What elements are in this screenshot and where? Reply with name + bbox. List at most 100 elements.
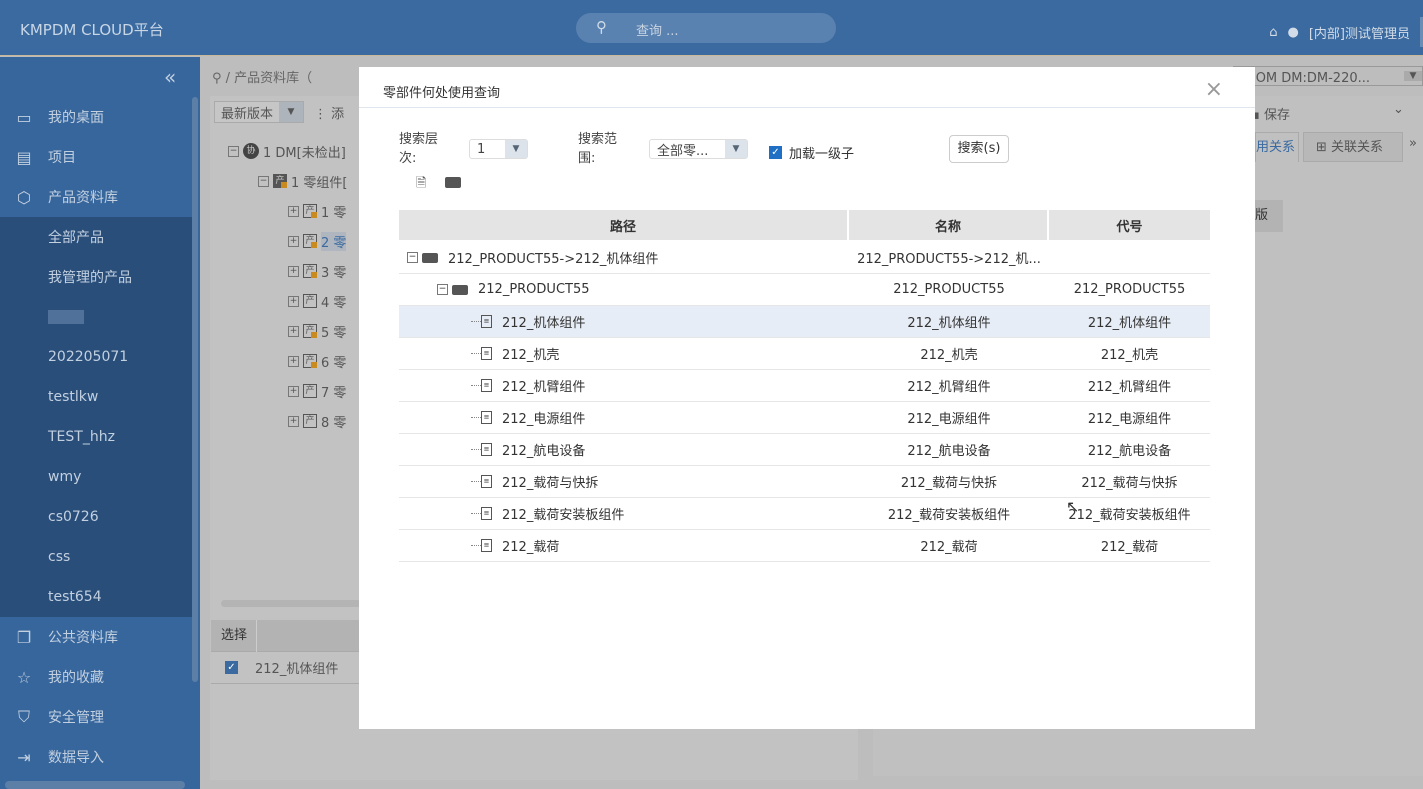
new-file-icon[interactable]: 🗎 [416,174,426,196]
product-icon: 产 [273,174,287,188]
path-cell: ≡ 212_载荷安装板组件 [399,498,849,529]
sub-item[interactable]: css [0,537,192,577]
table-row[interactable]: ≡ 212_载荷安装板组件 212_载荷安装板组件 212_载荷安装板组件 [399,498,1210,530]
breadcrumb-text[interactable]: / 产品资料库（ [226,71,313,86]
tree-node[interactable]: + 产 5 零 [228,316,347,346]
tree-node[interactable]: + 产 1 零 [228,196,347,226]
global-search[interactable]: ⚲ 查询 ... [576,13,836,43]
user-name[interactable]: [内部]测试管理员 [1309,23,1410,42]
sub-item[interactable]: cs0726 [0,497,192,537]
scope-select[interactable]: 全部零... ▼ [649,139,748,159]
path-text: 212_航电设备 [502,444,586,459]
table-header: 路径 名称 代号 [399,210,1210,242]
tree-node[interactable]: + 产 8 零 [228,406,347,436]
column-header-label: 版 [1255,208,1269,223]
chevron-down-icon[interactable]: ⌄ [1393,102,1404,117]
name-cell: 212_航电设备 [907,444,991,459]
expand-icon[interactable]: + [288,205,299,217]
tree-node[interactable]: + 产 3 零 [228,256,347,286]
row-checkbox[interactable]: ✓ [225,661,238,674]
table-row[interactable]: ≡ 212_机体组件 212_机体组件 212_机体组件 [399,306,1210,338]
sidebar-item-label: 数据导入 [48,750,104,766]
tree-node[interactable]: + 产 4 零 [228,286,347,316]
sub-item[interactable]: testlkw [0,377,192,417]
checkbox-checked-icon: ✓ [769,146,782,159]
tree-node[interactable]: − 产 1 零组件[ [228,166,347,196]
table-row[interactable]: ≡ 212_电源组件 212_电源组件 212_电源组件 [399,402,1210,434]
home-icon[interactable]: ⌂ [1269,25,1277,40]
product-icon: 产 [303,354,317,368]
tree-line [471,481,481,482]
collapse-icon[interactable]: − [407,252,418,263]
path-cell: ≡ 212_机臂组件 [399,370,849,401]
close-icon[interactable]: × [1205,77,1223,102]
sidebar-h-scrollbar[interactable] [5,781,185,789]
sidebar-item-product-library[interactable]: ⬡ 产品资料库 [0,177,192,217]
table-row[interactable]: ≡ 212_航电设备 212_航电设备 212_航电设备 [399,434,1210,466]
sidebar-item-import[interactable]: ⇥ 数据导入 [0,737,192,777]
save-button[interactable]: ▪ 保存 [1251,104,1290,123]
collapse-sidebar-icon[interactable]: « [164,65,176,89]
code-cell: 212_机体组件 [1087,316,1172,331]
bom-select[interactable]: 程BOM DM:DM-220... ▼ [1233,66,1423,86]
sub-item[interactable]: 202205071 [0,337,192,377]
expand-icon[interactable]: + [288,265,299,277]
chevron-down-icon: ▼ [279,102,304,122]
load-child-checkbox[interactable]: ✓ 加载一级子 [769,143,854,162]
tree-node[interactable]: + 产 2 零 [228,226,347,256]
expand-icon[interactable]: + [288,355,299,367]
name-cell: 212_电源组件 [907,412,991,427]
table-row[interactable]: ≡ 212_载荷 212_载荷 212_载荷 [399,530,1210,562]
sub-item[interactable]: TEST_hhz [0,417,192,457]
sub-item-label: 全部产品 [48,230,104,246]
sidebar-item-desktop[interactable]: ▭ 我的桌面 [0,97,192,137]
search-button[interactable]: 搜索(s) [949,135,1009,163]
sub-item-label: cs0726 [48,509,99,525]
code-cell: 212_机壳 [1100,348,1159,363]
add-button[interactable]: ⋮ 添 [314,103,344,122]
tree-node[interactable]: − 协 1 DM[未检出] [228,136,347,166]
sidebar-item-favorites[interactable]: ☆ 我的收藏 [0,657,192,697]
column-header-select: 选择 [211,619,257,652]
expand-icon[interactable]: + [288,385,299,397]
collapse-icon[interactable]: − [228,145,239,157]
path-cell: − 212_PRODUCT55->212_机体组件 [399,242,849,273]
sidebar-scrollbar[interactable] [192,97,198,682]
sub-item[interactable]: wmy [0,457,192,497]
expand-icon[interactable]: + [288,235,299,247]
tree-node[interactable]: + 产 6 零 [228,346,347,376]
path-text: 212_电源组件 [502,412,586,427]
tree-h-scrollbar[interactable] [221,600,361,607]
sub-item[interactable]: test654 [0,577,192,617]
open-folder-icon[interactable] [445,177,461,188]
sidebar-item-public-library[interactable]: ❐ 公共资料库 [0,617,192,657]
sub-item-blurred[interactable] [0,297,192,337]
tab-association[interactable]: ⊞ 关联关系 [1303,132,1403,162]
expand-icon[interactable]: + [288,415,299,427]
table-row[interactable]: ≡ 212_载荷与快拆 212_载荷与快拆 212_载荷与快拆 [399,466,1210,498]
table-row[interactable]: − 212_PRODUCT55 212_PRODUCT55 212_PRODUCT… [399,274,1210,306]
monitor-icon: ▭ [16,107,32,127]
sidebar-item-label: 产品资料库 [48,190,118,206]
breadcrumb: ⚲ / 产品资料库（ [212,67,312,86]
tree-node[interactable]: + 产 7 零 [228,376,347,406]
collapse-icon[interactable]: − [258,175,269,187]
tab-label: 用关系 [1256,140,1296,155]
table-row[interactable]: ≡ 212_机壳 212_机壳 212_机壳 [399,338,1210,370]
level-select[interactable]: 1 ▼ [469,139,528,159]
mouse-cursor: ↖ [1066,497,1080,516]
table-row[interactable]: ≡ 212_机臂组件 212_机臂组件 212_机臂组件 [399,370,1210,402]
sidebar-item-security[interactable]: ⛉ 安全管理 [0,697,192,737]
expand-icon[interactable]: + [288,295,299,307]
version-select[interactable]: 最新版本 ▼ [214,101,305,123]
sub-item[interactable]: 全部产品 [0,217,192,257]
expand-icon[interactable]: + [288,325,299,337]
sidebar-item-label: 我的收藏 [48,670,104,686]
table-row[interactable]: − 212_PRODUCT55->212_机体组件 212_PRODUCT55->… [399,242,1210,274]
tab-usage-relation[interactable]: 用关系 [1255,132,1299,162]
sidebar-item-project[interactable]: ▤ 项目 [0,137,192,177]
more-tabs-icon[interactable]: » [1409,136,1417,151]
tab-label: 关联关系 [1331,140,1384,155]
collapse-icon[interactable]: − [437,284,448,295]
sub-item[interactable]: 我管理的产品 [0,257,192,297]
